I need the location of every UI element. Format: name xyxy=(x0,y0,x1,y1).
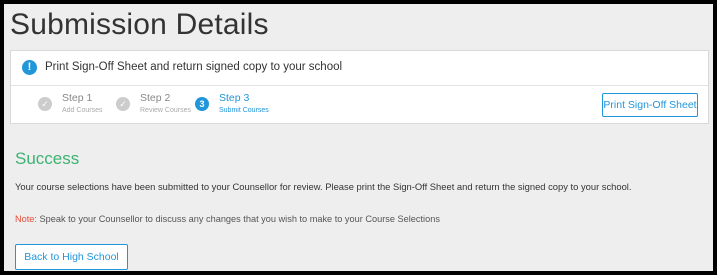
submission-panel: ! Print Sign-Off Sheet and return signed… xyxy=(10,50,709,124)
step-1-sub: Add Courses xyxy=(62,107,103,114)
page-title: Submission Details xyxy=(10,8,269,41)
counsellor-note: Note: Speak to your Counsellor to discus… xyxy=(15,213,440,225)
note-text: Speak to your Counsellor to discuss any … xyxy=(39,214,440,224)
check-icon: ✓ xyxy=(116,97,130,111)
step-2-name: Step 2 xyxy=(140,92,171,104)
step-1-name: Step 1 xyxy=(62,92,93,104)
notice-text: Print Sign-Off Sheet and return signed c… xyxy=(45,61,343,73)
step-2-sub: Review Courses xyxy=(140,107,191,114)
submission-details-page: Submission Details ! Print Sign-Off Shee… xyxy=(4,4,713,271)
step-3-number-icon: 3 xyxy=(195,97,209,111)
step-3-name: Step 3 xyxy=(219,92,250,104)
back-to-high-school-button[interactable]: Back to High School xyxy=(15,244,128,270)
check-icon: ✓ xyxy=(38,97,52,111)
sign-off-notice: ! Print Sign-Off Sheet and return signed… xyxy=(11,51,708,86)
info-icon: ! xyxy=(22,60,37,75)
submission-message: Your course selections have been submitt… xyxy=(15,181,632,192)
step-progress: ✓ Step 1 Add Courses ✓ Step 2 Review Cou… xyxy=(11,85,708,125)
note-label: Note: xyxy=(15,214,37,224)
success-heading: Success xyxy=(15,149,80,168)
step-3-sub: Submit Courses xyxy=(219,107,269,114)
print-sign-off-sheet-button[interactable]: Print Sign-Off Sheet xyxy=(602,93,698,117)
